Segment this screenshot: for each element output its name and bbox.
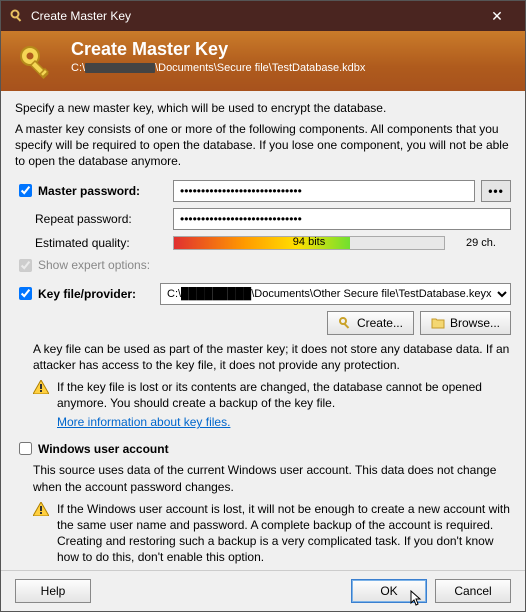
warning-icon xyxy=(33,380,49,411)
quality-bits: 94 bits xyxy=(174,236,444,248)
char-count: 29 ch. xyxy=(451,237,511,249)
header-path: C:\ \Documents\Secure file\TestDatabase.k… xyxy=(71,62,513,74)
keyfile-label: Key file/provider: xyxy=(38,287,136,301)
desc-text: A master key consists of one or more of … xyxy=(15,121,511,170)
windows-account-warning: If the Windows user account is lost, it … xyxy=(57,501,511,566)
master-password-input[interactable] xyxy=(173,180,475,202)
windows-account-label: Windows user account xyxy=(38,442,169,456)
quality-bar: 94 bits xyxy=(173,236,445,250)
keyfile-combobox[interactable]: C:\█████████\Documents\Other Secure file… xyxy=(160,283,511,305)
header-title: Create Master Key xyxy=(71,39,513,60)
master-password-checkbox[interactable] xyxy=(19,184,32,197)
reveal-password-button[interactable]: ••• xyxy=(481,180,511,202)
browse-keyfile-button[interactable]: Browse... xyxy=(420,311,511,335)
windows-account-desc: This source uses data of the current Win… xyxy=(33,462,511,494)
master-password-label: Master password: xyxy=(38,184,140,198)
ok-label: OK xyxy=(380,584,397,598)
expert-options-checkbox xyxy=(19,259,32,272)
path-suffix: \Documents\Secure file\TestDatabase.kdbx xyxy=(155,62,365,74)
window-title: Create Master Key xyxy=(31,9,477,23)
keyfile-checkbox[interactable] xyxy=(19,287,32,300)
repeat-password-label: Repeat password: xyxy=(35,212,132,226)
quality-label: Estimated quality: xyxy=(35,236,130,250)
footer: Help OK Cancel xyxy=(1,570,525,611)
expert-options-label: Show expert options: xyxy=(38,258,150,272)
content-area: Specify a new master key, which will be … xyxy=(1,91,525,570)
create-keyfile-button[interactable]: Create... xyxy=(327,311,414,335)
cursor-icon xyxy=(410,590,424,608)
keyfile-desc: A key file can be used as part of the ma… xyxy=(33,341,511,373)
key-icon xyxy=(15,41,59,88)
titlebar: Create Master Key ✕ xyxy=(1,1,525,31)
intro-text: Specify a new master key, which will be … xyxy=(15,101,511,115)
browse-label: Browse... xyxy=(450,316,500,330)
header-banner: Create Master Key C:\ \Documents\Secure f… xyxy=(1,31,525,91)
help-button[interactable]: Help xyxy=(15,579,91,603)
ok-button[interactable]: OK xyxy=(351,579,427,603)
create-label: Create... xyxy=(357,316,403,330)
redacted-path xyxy=(85,63,155,73)
folder-icon xyxy=(431,317,445,329)
close-button[interactable]: ✕ xyxy=(477,8,517,25)
keyfile-warning: If the key file is lost or its contents … xyxy=(57,379,511,411)
windows-account-checkbox[interactable] xyxy=(19,442,32,455)
cancel-button[interactable]: Cancel xyxy=(435,579,511,603)
app-icon xyxy=(9,8,25,24)
keyfile-more-link[interactable]: More information about key files. xyxy=(57,415,230,429)
warning-icon xyxy=(33,502,49,566)
path-prefix: C:\ xyxy=(71,62,85,74)
repeat-password-input[interactable] xyxy=(173,208,511,230)
key-small-icon xyxy=(338,316,352,330)
